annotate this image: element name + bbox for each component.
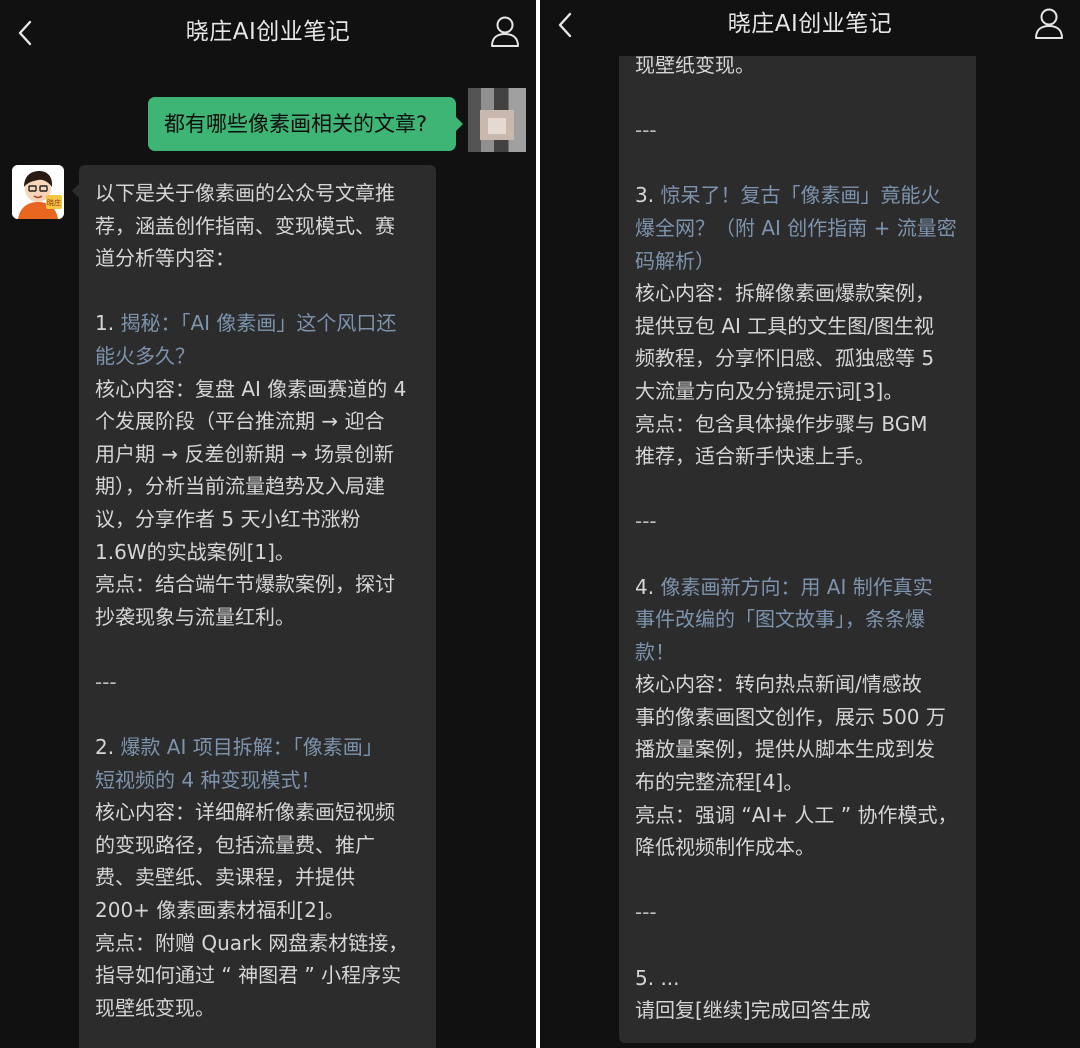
- list-item-number: 4.: [635, 574, 655, 599]
- list-item-2-highlight: 亮点：附赠 Quark 网盘素材链接， 指导如何通过 “ 神图君 ” 小程序实 …: [95, 930, 409, 1020]
- list-item-1-highlight: 亮点：结合端午节爆款案例，探讨 抄袭现象与流量红利。: [95, 572, 395, 629]
- avatar-pixel: [488, 118, 506, 134]
- user-icon[interactable]: [488, 12, 522, 52]
- list-item-1-heading: 1. 揭秘：「AI 像素画」这个风口还 能火多久？: [95, 307, 430, 372]
- list-item-3-heading: 3. 惊呆了！复古「像素画」竟能火 爆全网？（附 AI 创作指南 + 流量密 码…: [635, 179, 970, 277]
- list-item-2-heading: 2. 爆款 AI 项目拆解：「像素画」 短视频的 4 种变现模式！: [95, 731, 430, 796]
- chat-title: 晓庄AI创业笔记: [727, 11, 893, 37]
- separator: ---: [635, 900, 657, 925]
- list-item-number: 3.: [635, 183, 655, 208]
- bubble-tail: [72, 183, 80, 199]
- separator: ---: [635, 118, 657, 143]
- top-bar: 晓庄AI创业笔记: [0, 0, 536, 64]
- user-message-text: 都有哪些像素画相关的文章?: [164, 112, 428, 136]
- top-bar: 晓庄AI创业笔记: [540, 0, 1080, 56]
- list-item-number: 2.: [95, 735, 115, 760]
- chat-title: 晓庄AI创业笔记: [185, 19, 351, 45]
- list-item-5: 5. ...: [635, 965, 680, 990]
- continue-prompt: 请回复[继续]完成回答生成: [635, 998, 871, 1023]
- bot-message-bubble[interactable]: 以下是关于像素画的公众号文章推 荐，涵盖创作指南、变现模式、赛 道分析等内容： …: [72, 165, 436, 1048]
- chat-screen-left: 晓庄AI创业笔记 都有哪些像素画相关的文章? 晓庄 以下是关于像素画的公众号文章…: [0, 0, 536, 1048]
- user-icon[interactable]: [1032, 4, 1066, 44]
- list-item-3-core: 核心内容：拆解像素画爆款案例， 提供豆包 AI 工具的文生图/图生视 频教程，分…: [635, 281, 935, 403]
- bot-avatar-illustration: 晓庄: [12, 165, 64, 219]
- list-item-4-core: 核心内容：转向热点新闻/情感故 事的像素画图文创作，展示 500 万 播放量案例…: [635, 672, 946, 795]
- svg-text:晓庄: 晓庄: [47, 198, 61, 207]
- bot-avatar[interactable]: 晓庄: [12, 165, 64, 219]
- chat-screen-right: 现壁纸变现。 --- 3. 惊呆了！复古「像素画」竟能火 爆全网？（附 AI 创…: [540, 0, 1080, 1048]
- list-item-number: 1.: [95, 311, 115, 336]
- user-avatar[interactable]: [468, 88, 526, 152]
- user-message-bubble[interactable]: 都有哪些像素画相关的文章?: [148, 97, 463, 151]
- separator: ---: [95, 669, 117, 694]
- article-link-2[interactable]: 爆款 AI 项目拆解：「像素画」 短视频的 4 种变现模式！: [95, 735, 383, 792]
- bot-message-text: 以下是关于像素画的公众号文章推 荐，涵盖创作指南、变现模式、赛 道分析等内容： …: [95, 177, 430, 1024]
- list-item-3-highlight: 亮点：包含具体操作步骤与 BGM 推荐，适合新手快速上手。: [635, 411, 928, 469]
- list-item-2-core: 核心内容：详细解析像素画短视频 的变现路径，包括流量费、推广 费、卖壁纸、卖课程…: [95, 800, 395, 923]
- reply-intro: 以下是关于像素画的公众号文章推 荐，涵盖创作指南、变现模式、赛 道分析等内容：: [95, 181, 395, 271]
- article-link-1[interactable]: 揭秘：「AI 像素画」这个风口还 能火多久？: [95, 311, 396, 368]
- list-item-4-heading: 4. 像素画新方向：用 AI 制作真实 事件改编的「图文故事」，条条爆 款！: [635, 571, 970, 669]
- list-item-4-highlight: 亮点：强调 “AI+ 人工 ” 协作模式， 降低视频制作成本。: [635, 802, 958, 860]
- bubble-tail: [455, 116, 463, 132]
- separator: ---: [635, 509, 657, 534]
- article-link-4[interactable]: 像素画新方向：用 AI 制作真实 事件改编的「图文故事」，条条爆 款！: [635, 575, 933, 664]
- bot-message-bubble[interactable]: 现壁纸变现。 --- 3. 惊呆了！复古「像素画」竟能火 爆全网？（附 AI 创…: [619, 0, 976, 1043]
- bot-message-text: 现壁纸变现。 --- 3. 惊呆了！复古「像素画」竟能火 爆全网？（附 AI 创…: [635, 49, 970, 1027]
- article-link-3[interactable]: 惊呆了！复古「像素画」竟能火 爆全网？（附 AI 创作指南 + 流量密 码解析）: [635, 183, 957, 272]
- list-item-1-core: 核心内容：复盘 AI 像素画赛道的 4 个发展阶段（平台推流期 → 迎合 用户期…: [95, 376, 407, 564]
